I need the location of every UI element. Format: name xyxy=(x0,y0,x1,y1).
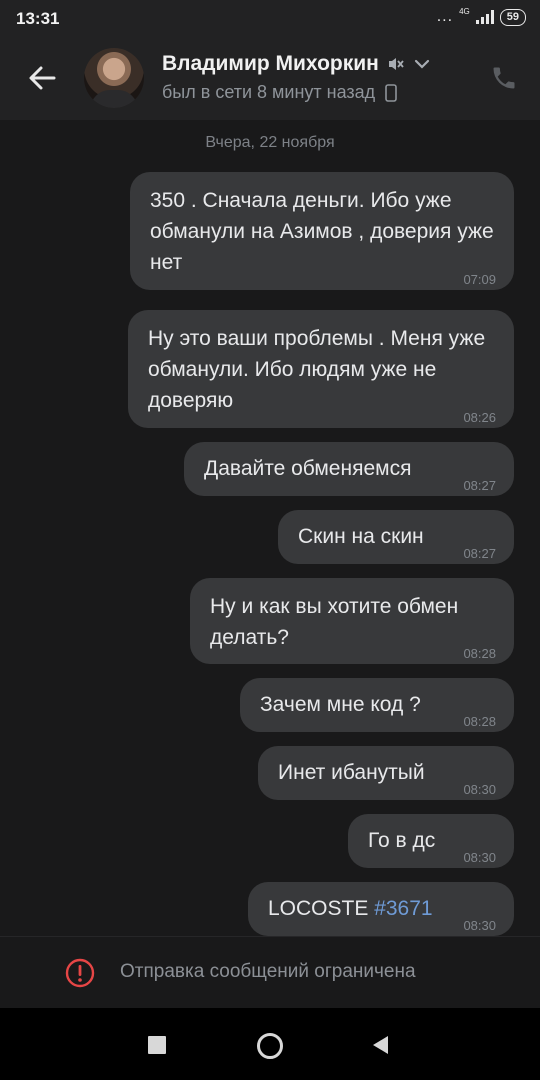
message-time: 08:26 xyxy=(463,410,496,425)
message-time: 08:27 xyxy=(463,546,496,561)
message-bubble[interactable]: Давайте обменяемся 08:27 xyxy=(184,442,514,496)
hashtag-link[interactable]: #3671 xyxy=(374,897,432,920)
contact-name-row[interactable]: Владимир Михоркин xyxy=(162,52,431,76)
muted-speaker-icon xyxy=(388,58,404,70)
message-time: 07:09 xyxy=(463,272,496,287)
message-time: 08:30 xyxy=(463,850,496,865)
status-bar: 13:31 ... 4G 59 xyxy=(0,0,540,36)
contact-name[interactable]: Владимир Михоркин xyxy=(162,52,379,76)
message-bubble[interactable]: LOCOSTE #3671 08:30 xyxy=(248,882,514,936)
message-text: Ну и как вы хотите обмен делать? xyxy=(210,595,459,649)
message-time: 08:27 xyxy=(463,478,496,493)
recents-square-icon[interactable] xyxy=(147,1035,167,1055)
warning-icon xyxy=(65,958,95,988)
status-icons: ... 4G 59 xyxy=(436,6,526,26)
message-time: 08:30 xyxy=(463,918,496,933)
message-text: Давайте обменяемся xyxy=(204,457,412,480)
home-circle-icon[interactable] xyxy=(256,1032,284,1060)
system-navigation-bar xyxy=(0,1008,540,1080)
message-bubble[interactable]: Зачем мне код ? 08:28 xyxy=(240,678,514,732)
message-bubble[interactable]: 350 . Сначала деньги. Ибо уже обманули н… xyxy=(130,172,514,290)
chevron-down-icon[interactable] xyxy=(413,55,431,73)
back-arrow-icon[interactable] xyxy=(24,60,60,96)
messaging-restricted-bar: Отправка сообщений ограничена xyxy=(0,936,540,1009)
chat-header: Владимир Михоркин был в сети 8 минут наз… xyxy=(0,36,540,120)
message-text: LOCOSTE xyxy=(268,897,375,920)
message-text: 350 . Сначала деньги. Ибо уже обманули н… xyxy=(150,189,494,274)
message-text: Го в дс xyxy=(368,829,436,852)
message-bubble[interactable]: Ну и как вы хотите обмен делать? 08:28 xyxy=(190,578,514,664)
notification-dots: ... xyxy=(436,8,454,25)
message-text: Зачем мне код ? xyxy=(260,693,421,716)
message-time: 08:28 xyxy=(463,646,496,661)
message-bubble[interactable]: Го в дс 08:30 xyxy=(348,814,514,868)
last-seen-row: был в сети 8 минут назад xyxy=(162,82,397,103)
message-bubble[interactable]: Ну это ваши проблемы . Меня уже обманули… xyxy=(128,310,514,428)
phone-call-icon[interactable] xyxy=(490,64,518,92)
mobile-phone-icon xyxy=(385,83,397,102)
message-text: Инет ибанутый xyxy=(278,761,425,784)
back-triangle-icon[interactable] xyxy=(370,1034,390,1056)
date-separator: Вчера, 22 ноября xyxy=(205,134,335,151)
network-type: 4G xyxy=(459,6,470,16)
signal-icon xyxy=(475,10,494,24)
message-bubble[interactable]: Инет ибанутый 08:30 xyxy=(258,746,514,800)
last-seen-status: был в сети 8 минут назад xyxy=(162,82,376,102)
status-time: 13:31 xyxy=(16,9,60,28)
avatar[interactable] xyxy=(84,48,144,108)
message-list[interactable]: Вчера, 22 ноября 350 . Сначала деньги. И… xyxy=(0,120,540,936)
message-text: Ну это ваши проблемы . Меня уже обманули… xyxy=(148,327,486,412)
restriction-text: Отправка сообщений ограничена xyxy=(120,961,416,982)
message-time: 08:28 xyxy=(463,714,496,729)
message-time: 08:30 xyxy=(463,782,496,797)
message-bubble[interactable]: Скин на скин 08:27 xyxy=(278,510,514,564)
message-text: Скин на скин xyxy=(298,525,424,548)
battery-icon: 59 xyxy=(499,8,526,26)
